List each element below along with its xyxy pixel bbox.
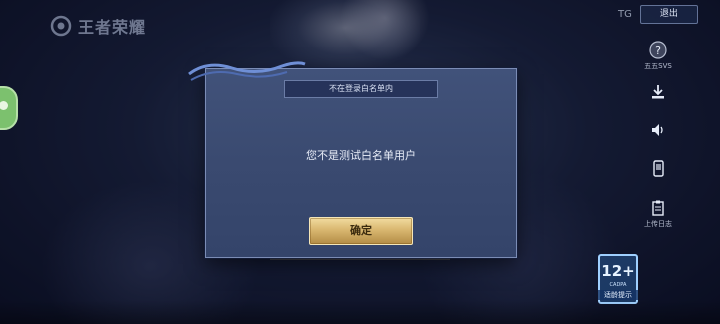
speaker-icon [652, 124, 663, 136]
game-logo: 王者荣耀 [50, 14, 146, 38]
svg-text:?: ? [655, 44, 661, 57]
phone-tool[interactable] [636, 158, 680, 178]
download-tool[interactable] [636, 82, 680, 102]
top-right-bar: TG 退出 [618, 5, 698, 24]
sound-tool[interactable] [636, 120, 680, 140]
help-tool-label: 五五SVS [644, 62, 672, 70]
logo-text: 王者荣耀 [78, 18, 147, 37]
age-rating-number: 12+ [601, 262, 635, 280]
question-icon: ? [649, 41, 667, 59]
floating-assistant-button[interactable] [0, 86, 18, 130]
age-rating-sub: CADPA [609, 282, 627, 288]
clipboard-icon [652, 200, 664, 216]
confirm-button[interactable]: 确定 [309, 217, 413, 245]
alert-dialog: 不在登录白名单内 您不是测试白名单用户 确定 [205, 68, 517, 258]
bottom-fade [0, 300, 720, 324]
age-rating-label[interactable]: 适龄提示 [598, 290, 638, 300]
dialog-wave-ornament [188, 61, 306, 81]
tg-label: TG [618, 9, 632, 20]
logo-emblem-icon [50, 15, 72, 37]
dialog-message: 您不是测试白名单用户 [306, 149, 416, 162]
help-tool[interactable]: ? 五五SVS [636, 40, 680, 71]
phone-icon [653, 160, 664, 177]
download-icon [652, 85, 664, 99]
upload-log-tool[interactable]: 上传日志 [636, 198, 680, 229]
dialog-title: 不在登录白名单内 [284, 80, 438, 98]
logout-button[interactable]: 退出 [639, 5, 698, 24]
upload-log-label: 上传日志 [644, 220, 672, 228]
